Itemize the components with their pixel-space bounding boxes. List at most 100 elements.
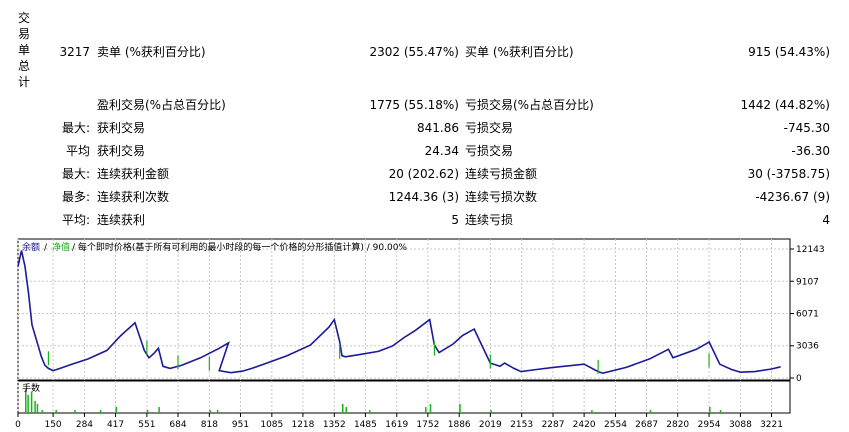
volume-bar — [490, 410, 492, 413]
legend-equity: 净值 — [52, 241, 70, 253]
legend-balance: 余额 — [22, 241, 40, 253]
legend-rest: / 每个即时价格(基于所有可利用的最小时段的每一个价格的分形插值计算) / 90… — [72, 241, 407, 253]
x-tick-label: 150 — [44, 420, 61, 430]
x-tick-label: 1619 — [385, 420, 408, 430]
stats-row: 最大: 连续获利金额 20 (202.62) 连续亏损金额 30 (-3758.75) — [0, 164, 849, 184]
x-tick-label: 2820 — [666, 420, 689, 430]
right-label: 亏损交易(%占总百分比) — [465, 98, 594, 112]
stats-row: 最多: 连续获利次数 1244.36 (3) 连续亏损次数 -4236.67 (9) — [0, 187, 849, 207]
right-value: 30 (-3758.75) — [747, 167, 830, 181]
x-tick-label: 2554 — [604, 420, 627, 430]
x-tick-label: 1485 — [354, 420, 377, 430]
balance-chart: 12143 9107 6071 3036 0 0 150 284 417 551 684 818 951… — [15, 238, 825, 430]
left-label: 连续获利 — [97, 213, 146, 227]
volume-bar — [425, 407, 427, 413]
volume-bar — [30, 392, 33, 413]
x-tick-label: 3221 — [760, 420, 783, 430]
x-tick-label: 684 — [169, 420, 186, 430]
x-tick-label: 2687 — [635, 420, 658, 430]
volume-bar — [459, 404, 461, 413]
y-tick-label: 3036 — [796, 342, 819, 352]
volume-bar — [27, 395, 29, 413]
volume-bar — [719, 410, 722, 413]
legend-sep: / — [44, 243, 48, 253]
volume-frame — [17, 380, 791, 414]
volume-bar — [55, 410, 57, 413]
left-value: 20 (202.62) — [388, 167, 459, 181]
stats-row: 盈利交易(%占总百分比) 1775 (55.18%) 亏损交易(%占总百分比) 144… — [0, 95, 849, 115]
y-tick-label: 12143 — [796, 245, 825, 255]
right-value: 915 (54.43%) — [748, 45, 830, 59]
x-tick-label: 2153 — [510, 420, 533, 430]
right-label: 连续亏损 — [465, 213, 514, 227]
x-tick-label: 1886 — [448, 420, 471, 430]
right-value: -36.30 — [791, 144, 830, 158]
volume-bar — [342, 404, 344, 413]
left-label: 获利交易 — [97, 144, 146, 158]
volume-label: 手数 — [22, 382, 40, 394]
right-label: 连续亏损金额 — [465, 167, 538, 181]
volume-bar — [158, 407, 160, 413]
row-prefix: 最多: — [61, 190, 90, 204]
volume-bar — [591, 410, 593, 413]
x-tick-label: 0 — [15, 420, 21, 430]
row-prefix: 3217 — [59, 45, 90, 59]
stats-row: 平均: 连续获利 5 连续亏损 4 — [0, 210, 849, 230]
right-value: 1442 (44.82%) — [740, 98, 830, 112]
x-tick-label: 1752 — [416, 420, 439, 430]
row-prefix: 平均: — [61, 213, 90, 227]
left-label: 连续获利次数 — [97, 190, 170, 204]
right-value: -745.30 — [783, 121, 830, 135]
left-value: 5 — [451, 213, 459, 227]
x-tick-label: 1352 — [323, 420, 346, 430]
x-tick-label: 1218 — [291, 420, 314, 430]
left-label: 连续获利金额 — [97, 167, 170, 181]
row-prefix: 平均 — [65, 144, 90, 158]
right-label: 买单 (%获利百分比) — [465, 45, 574, 59]
volume-bar — [709, 407, 711, 413]
left-label: 获利交易 — [97, 121, 146, 135]
volume-bar — [99, 410, 102, 413]
volume-bar — [429, 404, 432, 413]
y-tick-label: 0 — [796, 374, 802, 384]
volume-bar — [115, 407, 118, 413]
left-value: 2302 (55.47%) — [369, 45, 459, 59]
x-tick-label: 2954 — [698, 420, 721, 430]
y-tick-label: 9107 — [796, 277, 819, 287]
x-tick-label: 3088 — [729, 420, 752, 430]
row-prefix: 最大: — [61, 167, 90, 181]
right-label: 连续亏损次数 — [465, 190, 538, 204]
row-prefix: 最大: — [61, 121, 90, 135]
x-tick-label: 284 — [76, 420, 93, 430]
left-value: 24.34 — [424, 144, 459, 158]
volume-bar — [36, 404, 39, 413]
x-tick-label: 2420 — [573, 420, 596, 430]
left-value: 841.86 — [417, 121, 459, 135]
y-tick-label: 6071 — [796, 310, 819, 320]
right-value: -4236.67 (9) — [755, 190, 830, 204]
volume-bar — [41, 410, 43, 413]
plot-frame — [17, 238, 791, 381]
stats-row: 最大: 获利交易 841.86 亏损交易 -745.30 — [0, 118, 849, 138]
volume-bar — [216, 410, 219, 413]
x-tick-label: 2287 — [542, 420, 565, 430]
volume-bar — [368, 410, 371, 413]
x-tick-label: 951 — [232, 420, 249, 430]
right-label: 亏损交易 — [465, 144, 514, 158]
right-label: 亏损交易 — [465, 121, 514, 135]
stats-row: 平均 获利交易 24.34 亏损交易 -36.30 — [0, 141, 849, 161]
left-label: 盈利交易(%占总百分比) — [97, 98, 226, 112]
x-tick-label: 417 — [107, 420, 124, 430]
left-value: 1775 (55.18%) — [369, 98, 459, 112]
stats-row: 3217 卖单 (%获利百分比) 2302 (55.47%) 买单 (%获利百分比) 9… — [0, 42, 849, 62]
left-label: 卖单 (%获利百分比) — [97, 45, 206, 59]
volume-bar — [345, 407, 348, 413]
volume-bar — [146, 410, 149, 413]
left-value: 1244.36 (3) — [388, 190, 459, 204]
volume-bar — [34, 401, 36, 413]
right-value: 4 — [822, 213, 830, 227]
x-tick-label: 2019 — [479, 420, 502, 430]
volume-bar — [209, 410, 211, 413]
x-tick-label: 1085 — [260, 420, 283, 430]
balance-line — [17, 250, 781, 375]
